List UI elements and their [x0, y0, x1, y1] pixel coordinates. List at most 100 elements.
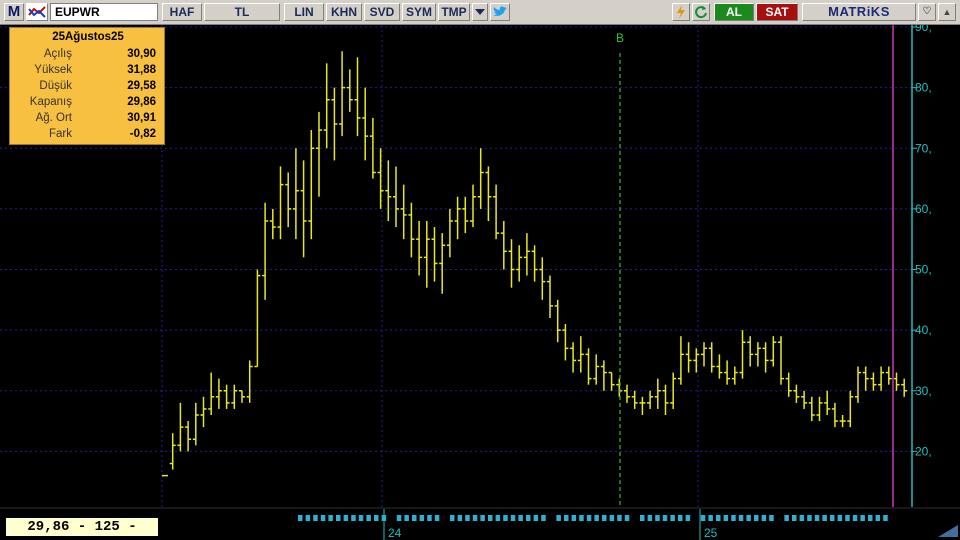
ohlc-bar: [847, 390, 854, 428]
buy-button[interactable]: AL: [714, 3, 754, 21]
chevron-down-icon[interactable]: [472, 3, 488, 21]
volume-tick: [343, 515, 349, 521]
svd-button[interactable]: SVD: [364, 3, 400, 21]
info-row-high: Yüksek 31,88: [10, 64, 164, 80]
ohlc-bar: [523, 233, 530, 276]
ohlc-bar: [493, 184, 500, 240]
refresh-icon[interactable]: [692, 3, 710, 21]
volume-tick: [427, 515, 432, 521]
ohlc-bar: [562, 324, 569, 361]
ohlc-bar: [185, 421, 192, 452]
linear-scale-button[interactable]: LIN: [284, 3, 324, 21]
volume-tick: [518, 515, 523, 521]
volume-tick: [374, 515, 379, 521]
info-row-open: Açılış 30,90: [10, 48, 164, 64]
ohlc-bar: [593, 354, 600, 385]
ohlc-bar: [600, 360, 607, 391]
volume-tick: [351, 515, 356, 521]
ohlc-bar: [354, 57, 361, 137]
twitter-icon[interactable]: [490, 3, 510, 21]
ohlc-bar: [416, 221, 423, 276]
khn-button[interactable]: KHN: [326, 3, 362, 21]
info-value: 31,88: [127, 64, 156, 76]
ohlc-bar: [785, 372, 792, 397]
info-row-close: Kapanış 29,86: [10, 96, 164, 112]
volume-tick: [799, 515, 805, 521]
ohlc-bar: [539, 257, 546, 300]
heart-icon[interactable]: ♡: [918, 3, 936, 21]
info-date: 25Ağustos25: [52, 31, 124, 43]
y-tick-label: 80,: [915, 81, 932, 95]
ohlc-bar: [701, 342, 707, 367]
volume-tick: [883, 515, 888, 521]
info-label: Kapanış: [29, 96, 72, 108]
ohlc-bar: [770, 336, 777, 367]
ohlc-bar: [708, 342, 715, 373]
ohlc-bar: [554, 299, 561, 343]
ohlc-bar: [901, 378, 908, 397]
volume-tick: [579, 515, 584, 521]
period-button[interactable]: HAF: [162, 3, 202, 21]
ohlc-bar: [816, 396, 823, 422]
template-button[interactable]: TMP: [438, 3, 470, 21]
currency-button[interactable]: TL: [204, 3, 280, 21]
ohlc-bar: [462, 196, 469, 234]
ohlc-bar: [277, 166, 284, 240]
resize-grip-icon[interactable]: [938, 525, 958, 537]
volume-tick: [868, 515, 873, 521]
volume-tick: [358, 515, 364, 521]
volume-tick: [434, 515, 440, 521]
ohlc-bar: [862, 366, 869, 391]
ohlc-bar: [570, 342, 577, 373]
chart-window: M EUPWR HAF TL LIN KHN SVD SYM TMP AL SA…: [0, 0, 960, 540]
info-row-diff: Fark -0,82: [10, 128, 164, 144]
volume-tick: [412, 515, 417, 521]
ohlc-bar: [431, 227, 438, 282]
ohlc-bar: [292, 148, 299, 240]
ohlc-bar: [516, 245, 523, 282]
volume-tick: [792, 515, 797, 521]
volume-tick: [541, 515, 546, 521]
y-tick-label: 90,: [915, 25, 932, 34]
info-value: 29,86: [127, 96, 156, 108]
ohlc-bar: [531, 245, 538, 282]
volume-tick: [305, 515, 311, 521]
volume-tick: [533, 515, 539, 521]
y-tick-label: 20,: [915, 444, 932, 458]
ohlc-bar: [339, 51, 346, 137]
symbol-field[interactable]: EUPWR: [50, 3, 158, 21]
volume-tick: [700, 515, 706, 521]
info-value: 30,90: [127, 48, 156, 60]
info-value: -0,82: [129, 128, 156, 140]
scroll-up-button[interactable]: ▲: [938, 3, 956, 21]
volume-tick: [609, 515, 615, 521]
info-label: Düşük: [39, 80, 72, 92]
menu-button[interactable]: M: [4, 3, 24, 21]
ohlc-bar: [477, 148, 484, 209]
matriks-logo: MATRiKS: [802, 3, 916, 21]
ohlc-info-box: 25Ağustos25 Açılış 30,90 Yüksek 31,88 Düşü…: [9, 27, 165, 145]
ohlc-bar: [831, 402, 838, 428]
ohlc-bar: [400, 184, 407, 240]
volume-tick: [450, 515, 455, 521]
ohlc-bar: [547, 275, 553, 318]
ohlc-bar: [585, 348, 592, 385]
volume-tick: [837, 515, 843, 521]
ohlc-bar: [577, 336, 584, 373]
symbol-link-icon[interactable]: [26, 3, 48, 21]
volume-tick: [404, 515, 409, 521]
volume-tick: [556, 515, 561, 521]
lightning-icon[interactable]: [672, 3, 690, 21]
ohlc-bar: [793, 384, 800, 403]
volume-tick: [708, 515, 713, 521]
ohlc-bar: [254, 269, 261, 368]
sell-button[interactable]: SAT: [756, 3, 798, 21]
ohlc-bar: [824, 390, 831, 415]
symbol-button[interactable]: SYM: [402, 3, 436, 21]
ohlc-bar: [246, 360, 253, 403]
ohlc-bar: [285, 172, 292, 228]
ohlc-bar: [485, 166, 492, 221]
volume-tick: [472, 515, 478, 521]
ohlc-bar: [208, 372, 215, 415]
info-row-low: Düşük 29,58: [10, 80, 164, 96]
